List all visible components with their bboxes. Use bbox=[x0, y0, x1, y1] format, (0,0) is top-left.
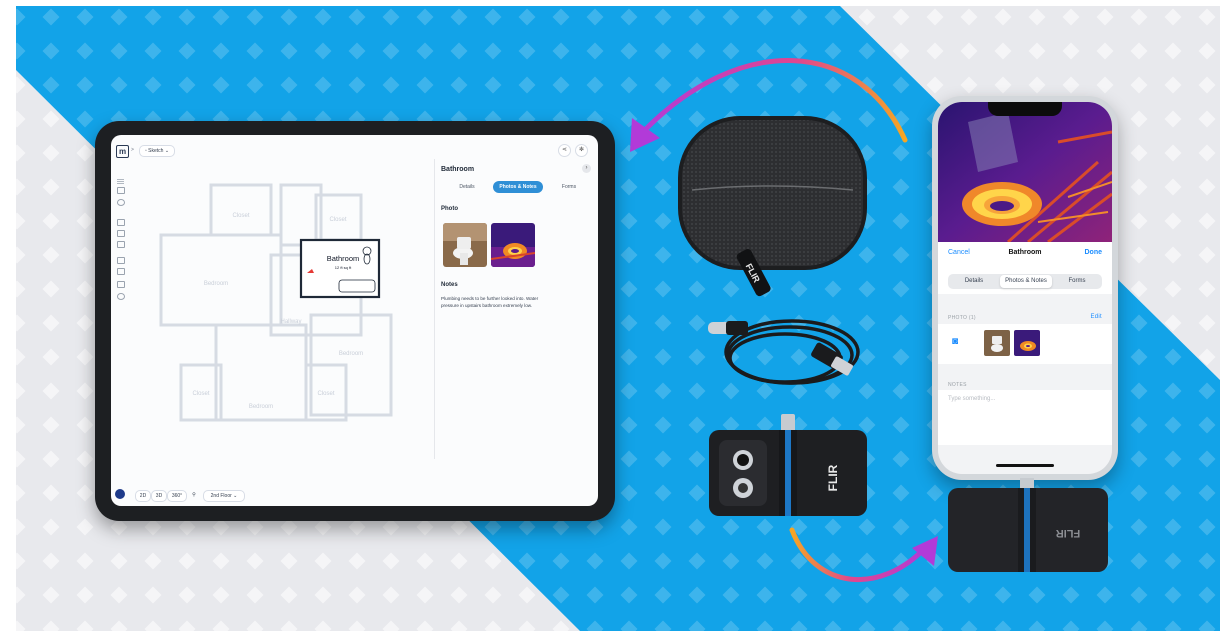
tab-photos-notes[interactable]: Photos & Notes bbox=[493, 181, 543, 193]
promo-scene: m > ▫ Sketch ⌄ ⋖ ✻ Closet Closet Bedroom… bbox=[0, 0, 1220, 631]
tab-details[interactable]: Details bbox=[950, 275, 998, 288]
photo-section-label: PHOTO (1) bbox=[948, 315, 976, 321]
room-label-closet-4: Closet bbox=[317, 391, 334, 397]
room-details-panel: Bathroom › Details Photos & Notes Forms … bbox=[434, 159, 598, 459]
furniture-icon[interactable] bbox=[117, 257, 125, 264]
notes-text[interactable]: Plumbing needs to be further looked into… bbox=[441, 296, 551, 309]
attached-camera-brand: FLIR bbox=[1056, 527, 1080, 539]
photo-heading: Photo bbox=[441, 206, 458, 212]
chevron-down-icon: ⌄ bbox=[231, 493, 238, 499]
notes-input[interactable]: Type something... bbox=[948, 396, 995, 402]
fixture-icon[interactable] bbox=[117, 268, 125, 275]
photo-thumbnail-toilet[interactable] bbox=[984, 330, 1010, 356]
view-360-button[interactable]: 360° bbox=[167, 490, 187, 502]
mode-label: Sketch bbox=[148, 148, 164, 154]
tool-sidebar bbox=[111, 157, 131, 487]
phone-notch bbox=[988, 102, 1062, 116]
tablet-screen: m > ▫ Sketch ⌄ ⋖ ✻ Closet Closet Bedroom… bbox=[111, 135, 598, 506]
menu-icon[interactable] bbox=[117, 171, 124, 184]
share-button[interactable]: ⋖ bbox=[558, 144, 571, 157]
door-icon[interactable] bbox=[117, 219, 125, 226]
bathroom-room[interactable]: Bathroom 12 ft sq ft bbox=[299, 238, 381, 299]
notes-section-label: NOTES bbox=[948, 382, 967, 388]
pin-icon[interactable] bbox=[117, 293, 125, 300]
tab-photos-notes[interactable]: Photos & Notes bbox=[1000, 275, 1052, 288]
tab-forms[interactable]: Forms bbox=[1054, 275, 1100, 288]
phone-nav-bar: Cancel Bathroom Done bbox=[938, 242, 1112, 262]
phone-device: Cancel Bathroom Done Details Photos & No… bbox=[932, 96, 1118, 480]
home-indicator bbox=[996, 464, 1054, 467]
room-label-bedroom-3: Bedroom bbox=[249, 404, 273, 410]
photo-thumbnail-toilet[interactable] bbox=[443, 223, 487, 267]
carrying-case: FLIR bbox=[678, 116, 867, 297]
chevron-right-icon: › bbox=[585, 165, 588, 171]
window-icon[interactable] bbox=[117, 230, 125, 237]
person-icon[interactable]: ⚲ bbox=[189, 490, 199, 500]
photo-card: ◙ bbox=[938, 324, 1112, 364]
breadcrumb-separator: > bbox=[131, 147, 134, 153]
tablet-device: m > ▫ Sketch ⌄ ⋖ ✻ Closet Closet Bedroom… bbox=[95, 121, 615, 521]
floor-selector-label: 2nd Floor bbox=[210, 493, 232, 499]
settings-button[interactable]: ✻ bbox=[575, 144, 588, 157]
avatar[interactable] bbox=[115, 489, 125, 499]
tab-forms[interactable]: Forms bbox=[545, 181, 593, 193]
edit-button[interactable]: Edit bbox=[1090, 314, 1102, 320]
room-label-closet-2: Closet bbox=[329, 217, 346, 223]
layers-icon[interactable] bbox=[117, 187, 125, 194]
thermal-camera-accessory: FLIR bbox=[709, 414, 867, 516]
phone-screen: Cancel Bathroom Done Details Photos & No… bbox=[938, 102, 1112, 474]
usb-cable bbox=[708, 319, 860, 385]
bathroom-size: 12 ft sq ft bbox=[335, 265, 352, 270]
stairs-icon[interactable] bbox=[117, 241, 125, 248]
room-label-hallway: Hallway bbox=[280, 319, 301, 325]
mode-selector[interactable]: ▫ Sketch ⌄ bbox=[139, 145, 176, 157]
tablet-bottom-bar: 2D 3D 360° ⚲ 2nd Floor ⌄ bbox=[111, 485, 598, 506]
view-2d-button[interactable]: 2D bbox=[135, 490, 151, 502]
bathroom-label: Bathroom bbox=[327, 254, 360, 263]
photo-thumbnail-thermal[interactable] bbox=[491, 223, 535, 267]
phone-tabs: Details Photos & Notes Forms bbox=[948, 274, 1102, 289]
camera-icon[interactable] bbox=[117, 281, 125, 288]
panel-title: Bathroom bbox=[441, 166, 475, 173]
close-panel-button[interactable]: › bbox=[582, 164, 591, 173]
gear-icon: ✻ bbox=[578, 147, 585, 153]
photo-thumbnail-thermal[interactable] bbox=[1014, 330, 1040, 356]
tablet-top-bar: m > ▫ Sketch ⌄ ⋖ ✻ bbox=[111, 135, 598, 158]
floor-selector[interactable]: 2nd Floor ⌄ bbox=[203, 490, 245, 502]
done-button[interactable]: Done bbox=[1085, 249, 1103, 256]
room-label-bedroom-2: Bedroom bbox=[339, 351, 363, 357]
notes-heading: Notes bbox=[441, 282, 458, 288]
eye-icon[interactable] bbox=[117, 199, 125, 206]
tab-details[interactable]: Details bbox=[443, 181, 491, 193]
panel-tabs: Details Photos & Notes Forms bbox=[443, 181, 593, 193]
chevron-down-icon: ⌄ bbox=[163, 148, 170, 154]
thermal-image[interactable] bbox=[938, 102, 1112, 242]
floor-plan[interactable]: Closet Closet Bedroom Hallway Bedroom Be… bbox=[141, 175, 441, 475]
share-icon: ⋖ bbox=[561, 147, 568, 153]
attached-thermal-camera: FLIR bbox=[948, 478, 1108, 572]
notes-card: Type something... bbox=[938, 390, 1112, 445]
room-label-closet-3: Closet bbox=[192, 391, 209, 397]
camera-icon[interactable]: ◙ bbox=[952, 336, 958, 347]
room-label-closet-1: Closet bbox=[232, 213, 249, 219]
view-3d-button[interactable]: 3D bbox=[151, 490, 167, 502]
room-label-bedroom-1: Bedroom bbox=[204, 281, 228, 287]
camera-brand-logo: FLIR bbox=[826, 464, 840, 491]
